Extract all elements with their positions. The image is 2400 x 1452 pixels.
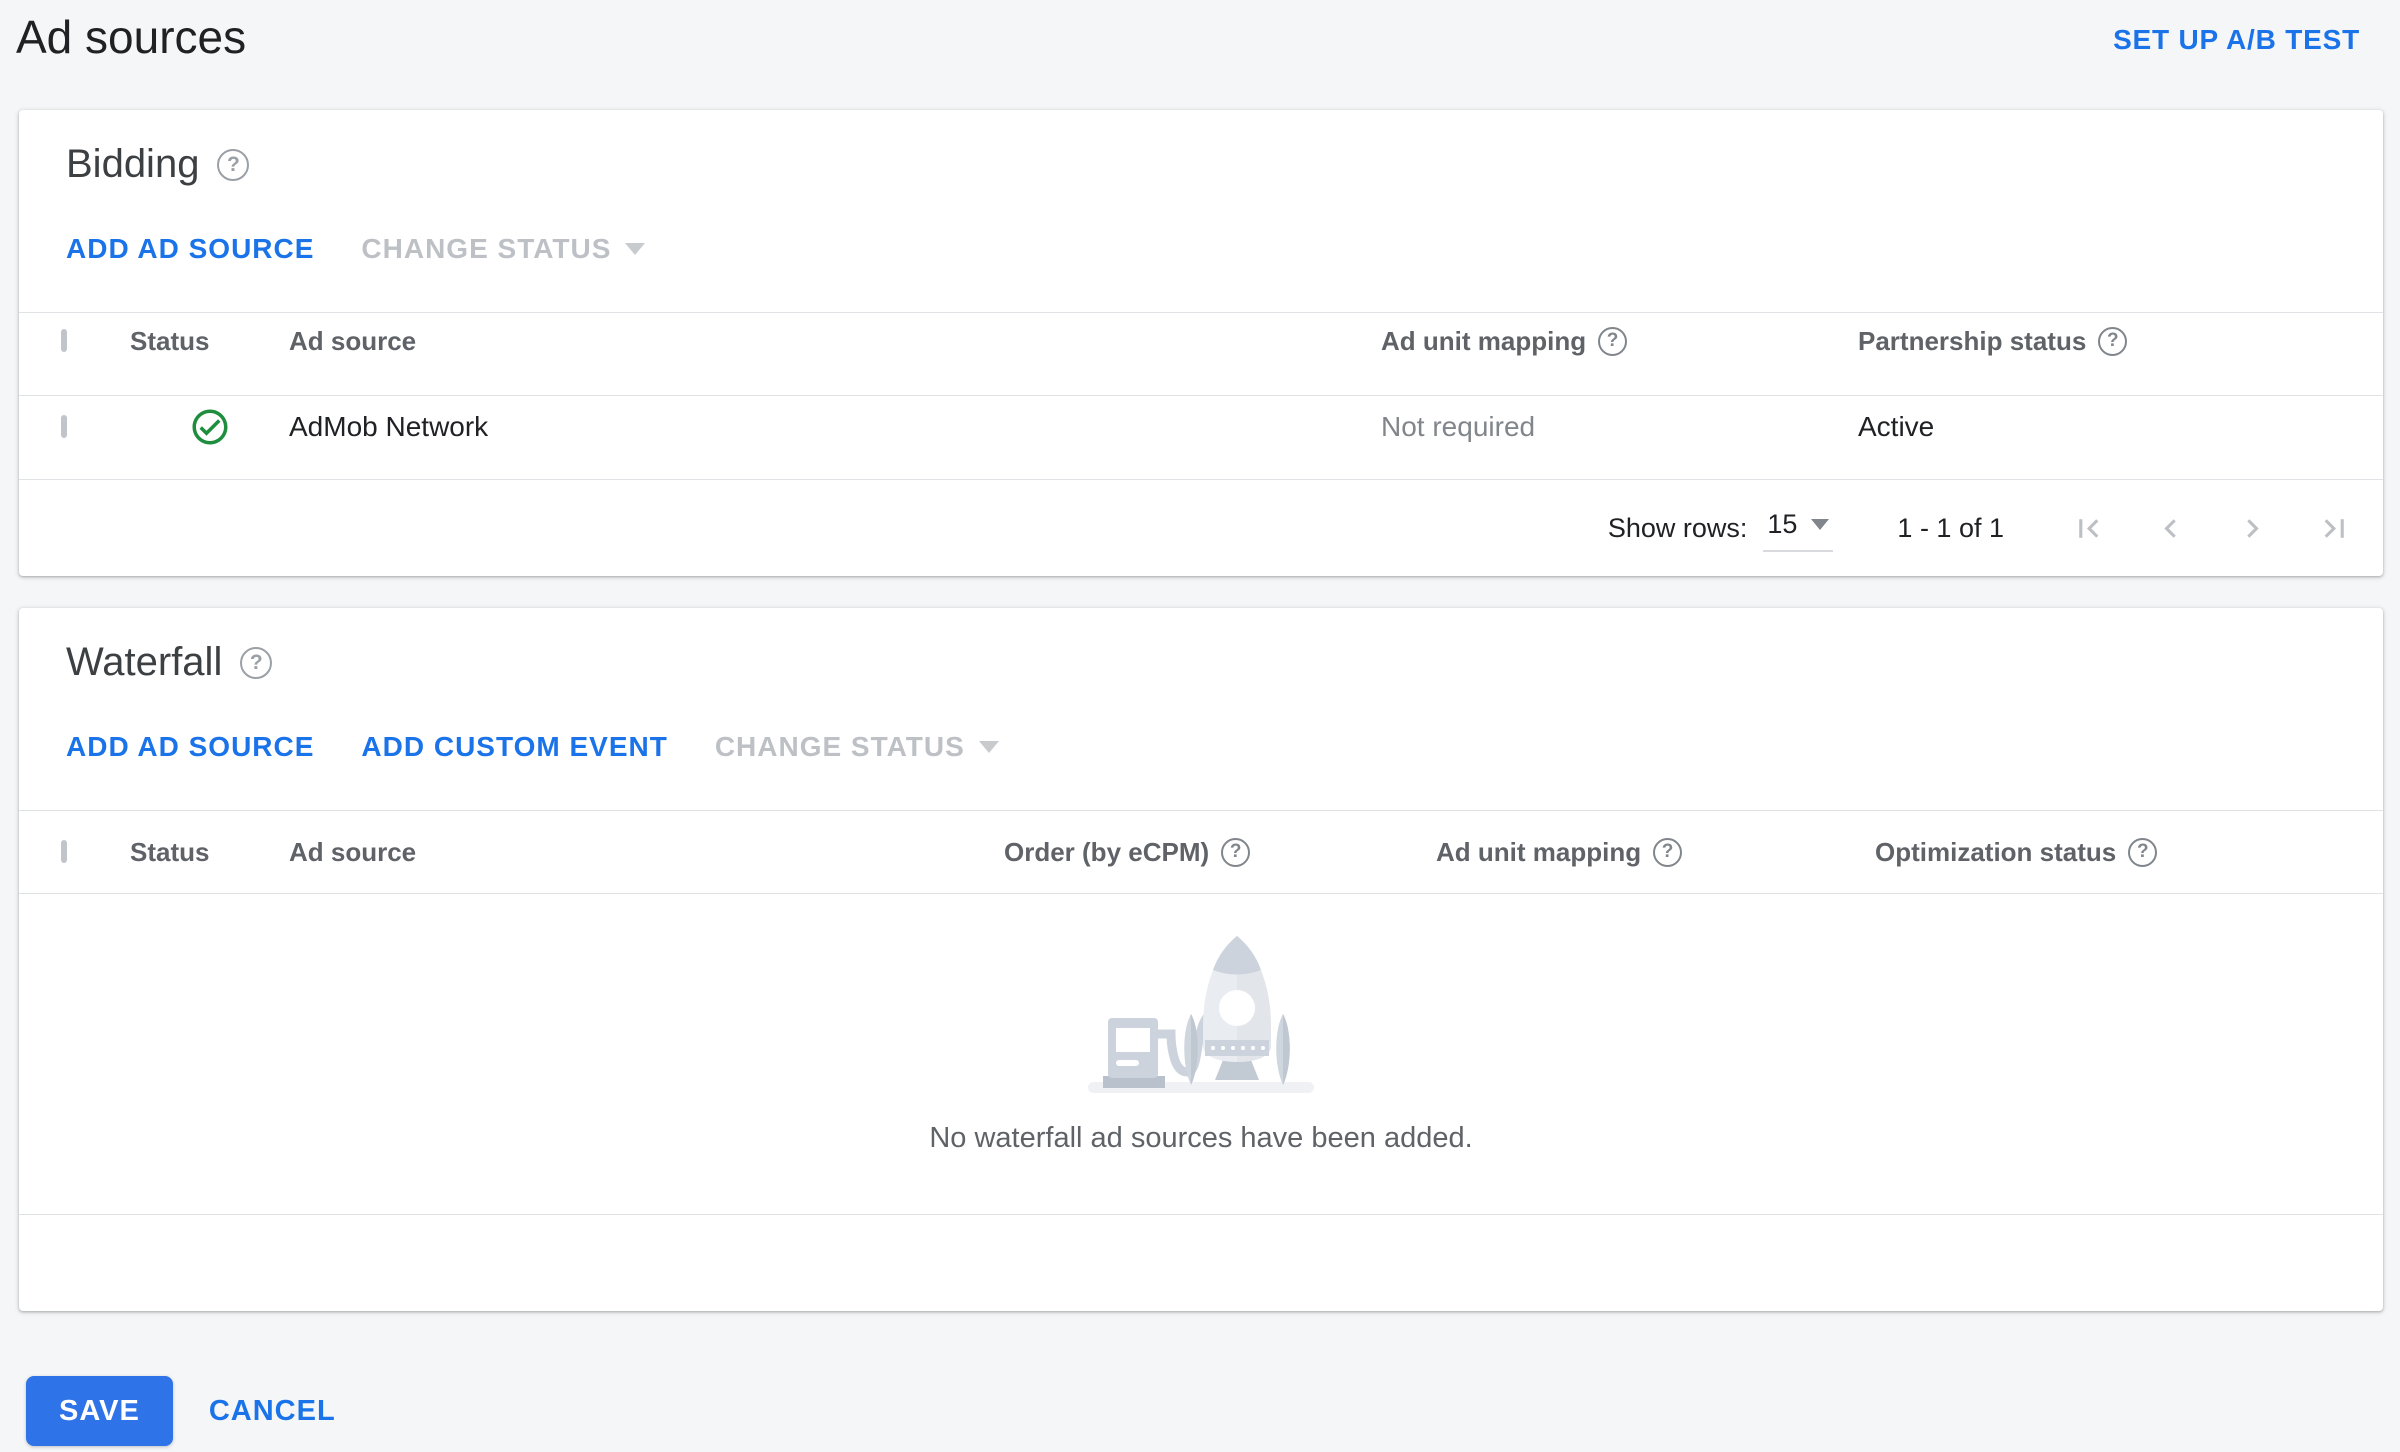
waterfall-col-status: Status xyxy=(130,836,210,867)
waterfall-empty-message: No waterfall ad sources have been added. xyxy=(929,1122,1473,1154)
show-rows-label: Show rows: xyxy=(1607,512,1748,543)
waterfall-table: Status Ad source Order (by eCPM) ? Ad un… xyxy=(19,810,2383,1311)
bidding-help-icon[interactable]: ? xyxy=(217,148,250,181)
waterfall-select-all-checkbox[interactable] xyxy=(61,840,67,863)
pagination-range: 1 - 1 of 1 xyxy=(1897,512,2004,543)
footer-actions: SAVE CANCEL xyxy=(26,1376,2400,1446)
waterfall-section-title: Waterfall xyxy=(66,640,223,684)
chevron-down-icon xyxy=(1811,518,1830,530)
waterfall-table-header-row: Status Ad source Order (by eCPM) ? Ad un… xyxy=(19,811,2383,894)
bidding-change-status-label: CHANGE STATUS xyxy=(361,233,612,264)
bidding-add-ad-source-button[interactable]: ADD AD SOURCE xyxy=(66,233,314,265)
first-page-icon xyxy=(2079,518,2099,538)
optimization-status-help-icon[interactable]: ? xyxy=(2128,837,2158,867)
bidding-col-ad-source: Ad source xyxy=(289,325,417,356)
partnership-status-value: Active xyxy=(1858,411,1935,443)
bidding-col-status: Status xyxy=(130,325,210,356)
setup-ab-test-button[interactable]: SET UP A/B TEST xyxy=(2113,24,2360,56)
bidding-table-row-admob[interactable]: AdMob Network Not required Active xyxy=(19,396,2383,480)
ad-source-name: AdMob Network xyxy=(289,411,489,443)
bidding-pagination: Show rows: 15 1 - 1 of 1 xyxy=(19,480,2383,576)
waterfall-col-ad-unit-mapping: Ad unit mapping xyxy=(1436,836,1642,867)
bidding-select-all-checkbox[interactable] xyxy=(61,329,67,353)
waterfall-help-icon[interactable]: ? xyxy=(240,646,273,679)
waterfall-footer-strip xyxy=(19,1214,2383,1311)
waterfall-card: Waterfall ? ADD AD SOURCE ADD CUSTOM EVE… xyxy=(19,608,2383,1311)
chevron-down-icon xyxy=(625,243,646,255)
previous-page-button[interactable] xyxy=(2152,510,2189,547)
rows-per-page-value: 15 xyxy=(1767,508,1798,539)
last-page-icon xyxy=(2324,518,2344,538)
bidding-row-checkbox[interactable] xyxy=(61,415,67,439)
chevron-left-icon xyxy=(2164,518,2176,538)
bidding-change-status-button[interactable]: CHANGE STATUS xyxy=(361,233,646,265)
waterfall-add-custom-event-button[interactable]: ADD CUSTOM EVENT xyxy=(361,731,667,763)
page-title: Ad sources xyxy=(16,11,247,63)
rows-per-page-select[interactable]: 15 xyxy=(1763,505,1834,552)
bidding-section-title: Bidding xyxy=(66,142,200,186)
ad-unit-mapping-value: Not required xyxy=(1381,411,1536,443)
cancel-button[interactable]: CANCEL xyxy=(209,1395,336,1428)
waterfall-col-ad-source: Ad source xyxy=(289,836,417,867)
status-active-check-icon xyxy=(192,409,227,445)
chevron-down-icon xyxy=(978,741,999,753)
save-button[interactable]: SAVE xyxy=(26,1376,173,1446)
bidding-card: Bidding ? ADD AD SOURCE CHANGE STATUS St… xyxy=(19,110,2383,576)
waterfall-empty-state: No waterfall ad sources have been added. xyxy=(19,894,2383,1214)
last-page-button[interactable] xyxy=(2316,510,2353,547)
waterfall-change-status-label: CHANGE STATUS xyxy=(714,731,965,762)
waterfall-add-ad-source-button[interactable]: ADD AD SOURCE xyxy=(66,731,314,763)
order-ecpm-help-icon[interactable]: ? xyxy=(1221,837,1251,867)
rocket-fuel-illustration xyxy=(1088,936,1314,1093)
waterfall-change-status-button[interactable]: CHANGE STATUS xyxy=(715,731,999,763)
chevron-right-icon xyxy=(2247,518,2259,538)
next-page-button[interactable] xyxy=(2234,510,2271,547)
bidding-col-ad-unit-mapping: Ad unit mapping xyxy=(1381,325,1587,356)
partnership-status-help-icon[interactable]: ? xyxy=(2098,326,2128,356)
first-page-button[interactable] xyxy=(2070,510,2107,547)
bidding-table: Status Ad source Ad unit mapping ? Partn… xyxy=(19,312,2383,576)
ad-unit-mapping-help-icon[interactable]: ? xyxy=(1653,837,1683,867)
bidding-col-partnership-status: Partnership status xyxy=(1858,325,2087,356)
waterfall-col-order: Order (by eCPM) xyxy=(1004,836,1210,867)
ad-unit-mapping-help-icon[interactable]: ? xyxy=(1598,326,1628,356)
bidding-table-header-row: Status Ad source Ad unit mapping ? Partn… xyxy=(19,313,2383,396)
waterfall-col-optimization-status: Optimization status xyxy=(1875,836,2117,867)
page-header: Ad sources SET UP A/B TEST xyxy=(0,0,2400,110)
